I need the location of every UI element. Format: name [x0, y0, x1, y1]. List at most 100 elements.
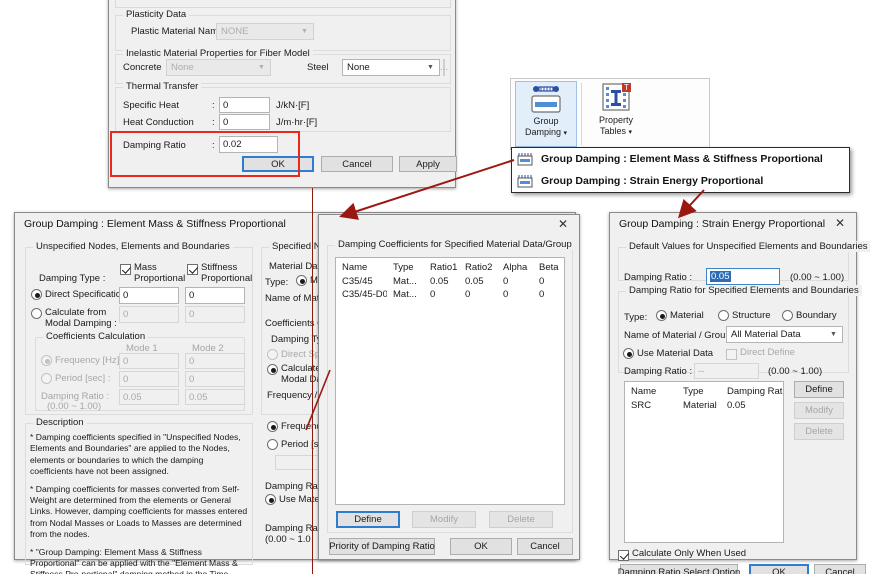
frequency-mode1-input[interactable]: 0	[119, 353, 179, 369]
period-mode1-input[interactable]: 0	[119, 371, 179, 387]
direct-specification-radio[interactable]: Direct Specification :	[31, 289, 132, 300]
column-header-ratio2: Ratio2	[459, 262, 497, 273]
concrete-combo[interactable]: None ▼	[166, 59, 271, 76]
sep-type-structure-radio[interactable]: Structure	[718, 310, 771, 321]
close-icon[interactable]: ✕	[832, 216, 848, 230]
cell-damping-ratio: 0.05	[721, 400, 783, 411]
coeff-define-button[interactable]: Define	[336, 511, 400, 528]
coeff-cancel-button[interactable]: Cancel	[517, 538, 573, 555]
chevron-down-icon: ▼	[256, 60, 267, 75]
sep-title-bar: Group Damping : Strain Energy Proportion…	[610, 213, 856, 233]
cell-type: Mat...	[387, 289, 424, 300]
emsp-type-material-radio[interactable]: M	[296, 275, 318, 286]
stiffness-proportional-checkbox[interactable]: Stiffness Proportional	[187, 263, 252, 284]
cell-beta: 0	[533, 276, 563, 287]
coefficients-calculation-label: Coefficients Calculation	[43, 331, 148, 342]
sep-cancel-button[interactable]: Cancel	[814, 564, 866, 574]
modal-mass-input[interactable]: 0	[119, 306, 179, 323]
mass-proportional-checkbox[interactable]: Mass Proportional	[120, 263, 185, 284]
period-radio[interactable]: Period [sec] :	[41, 373, 110, 384]
steel-browse-button[interactable]: ...	[443, 59, 445, 76]
period-label: Period [sec] :	[55, 373, 110, 384]
chevron-down-icon: ▼	[299, 24, 310, 39]
radio-bullet	[782, 310, 793, 321]
sep-damping-ratio2-label: Damping Ratio :	[624, 366, 692, 377]
ribbon-button-group-damping[interactable]: Group Damping ▾	[515, 81, 577, 147]
damping-ratio-input[interactable]: 0.02	[219, 136, 278, 153]
sep-type-boundary-label: Boundary	[796, 310, 837, 321]
frequency-period-label: Frequency /	[267, 390, 317, 401]
direct-mass-input[interactable]: 0	[119, 287, 179, 304]
steel-combo[interactable]: None ▼	[342, 59, 440, 76]
coeff-delete-button[interactable]: Delete	[489, 511, 553, 528]
cell-name: C35/45	[336, 276, 387, 287]
group-damping-icon	[516, 173, 534, 189]
sep-type-boundary-radio[interactable]: Boundary	[782, 310, 837, 321]
sep-type-material-radio[interactable]: Material	[656, 310, 704, 321]
dropdown-caret-icon[interactable]: ▾	[564, 130, 568, 137]
priority-of-damping-ratio-button[interactable]: Priority of Damping Ratio	[329, 538, 435, 555]
modal-stiffness-input[interactable]: 0	[185, 306, 245, 323]
period-mode2-input[interactable]: 0	[185, 371, 245, 387]
radio-bullet	[656, 310, 667, 321]
calculate-from-modal-radio[interactable]: Calculate from Modal Damping :	[31, 307, 117, 329]
use-material-data-radio[interactable]: Use Material Data	[623, 348, 713, 359]
emsp-type-label: Type:	[265, 277, 288, 288]
frequency-radio[interactable]: Frequency [Hz] :	[41, 355, 125, 366]
direct-stiffness-input[interactable]: 0	[185, 287, 245, 304]
specific-heat-input[interactable]: 0	[219, 97, 270, 113]
sep-name-combo[interactable]: All Material Data ▼	[726, 326, 843, 343]
ribbon-button-property-tables-line1: Property	[599, 115, 633, 126]
dropdown-caret-icon[interactable]: ▾	[629, 129, 633, 136]
heat-conduction-input[interactable]: 0	[219, 114, 270, 130]
ribbon-panel: Group Damping ▾ T	[510, 78, 710, 150]
table-body: C35/45 Mat... 0.05 0.05 0 0 C35/45-D0 Ma…	[336, 276, 564, 302]
coeff-title-bar: ✕	[319, 215, 579, 235]
cell-alpha: 0	[497, 276, 533, 287]
sep-type-material-label: Material	[670, 310, 704, 321]
sep-modify-button[interactable]: Modify	[794, 402, 844, 419]
table-header-row: Name Type Damping Ratio	[625, 382, 783, 400]
radio-bullet	[623, 348, 634, 359]
column-header-ratio1: Ratio1	[424, 262, 459, 273]
sep-title: Group Damping : Strain Energy Proportion…	[619, 218, 825, 230]
material-apply-button[interactable]: Apply	[399, 156, 457, 172]
coeff-modify-button[interactable]: Modify	[412, 511, 476, 528]
plastic-material-name-combo[interactable]: NONE ▼	[216, 23, 314, 40]
close-icon[interactable]: ✕	[555, 217, 571, 231]
calculate-only-when-used-checkbox[interactable]: Calculate Only When Used	[618, 549, 746, 561]
direct-define-label: Direct Define	[740, 348, 795, 359]
ribbon-button-property-tables[interactable]: T Property Tables ▾	[585, 81, 647, 147]
sep-damping-ratio2-input[interactable]: --	[694, 363, 759, 379]
damping-ratio-colon: :	[212, 140, 215, 151]
sep-define-button[interactable]: Define	[794, 381, 844, 398]
menu-item-strain-energy[interactable]: Group Damping : Strain Energy Proportion…	[512, 170, 849, 192]
damping-ratio-select-option-button[interactable]: Damping Ratio Select Option	[620, 564, 738, 574]
sep-damping-ratio-value: 0.05	[710, 271, 731, 282]
sep-damping-ratio-table[interactable]: Name Type Damping Ratio SRC Material 0.0…	[624, 381, 784, 543]
table-row[interactable]: C35/45-D0 Mat... 0 0 0 0	[336, 289, 564, 302]
damping-ratio-mode1-input[interactable]: 0.05	[119, 389, 179, 405]
sep-name-label: Name of Material / Group :	[624, 330, 736, 341]
use-material-data-label: Use Material Data	[637, 348, 713, 359]
coeff-ok-button[interactable]: OK	[450, 538, 512, 555]
radio-bullet	[267, 364, 278, 375]
frequency-mode2-input[interactable]: 0	[185, 353, 245, 369]
sep-damping-ratio-input[interactable]: 0.05	[706, 268, 780, 285]
sep-ok-button[interactable]: OK	[749, 564, 809, 574]
description-paragraph: * "Group Damping: Element Mass & Stiffne…	[30, 547, 248, 574]
menu-item-element-mass-stiffness[interactable]: Group Damping : Element Mass & Stiffness…	[512, 148, 849, 170]
column-header-beta: Beta	[533, 262, 563, 273]
emsp-period-radio2[interactable]: Period [se	[267, 439, 324, 450]
cell-beta: 0	[533, 289, 563, 300]
material-ok-button[interactable]: OK	[242, 156, 314, 172]
damping-coefficients-table[interactable]: Name Type Ratio1 Ratio2 Alpha Beta C35/4…	[335, 257, 565, 505]
material-cancel-button[interactable]: Cancel	[321, 156, 393, 172]
sep-delete-button[interactable]: Delete	[794, 423, 844, 440]
direct-define-checkbox[interactable]: Direct Define	[726, 348, 795, 360]
emsp-frequency-radio2[interactable]: Frequenc	[267, 421, 321, 432]
table-row[interactable]: C35/45 Mat... 0.05 0.05 0 0	[336, 276, 564, 289]
table-row[interactable]: SRC Material 0.05	[625, 400, 783, 413]
damping-ratio-mode2-input[interactable]: 0.05	[185, 389, 245, 405]
radio-bullet	[41, 373, 52, 384]
